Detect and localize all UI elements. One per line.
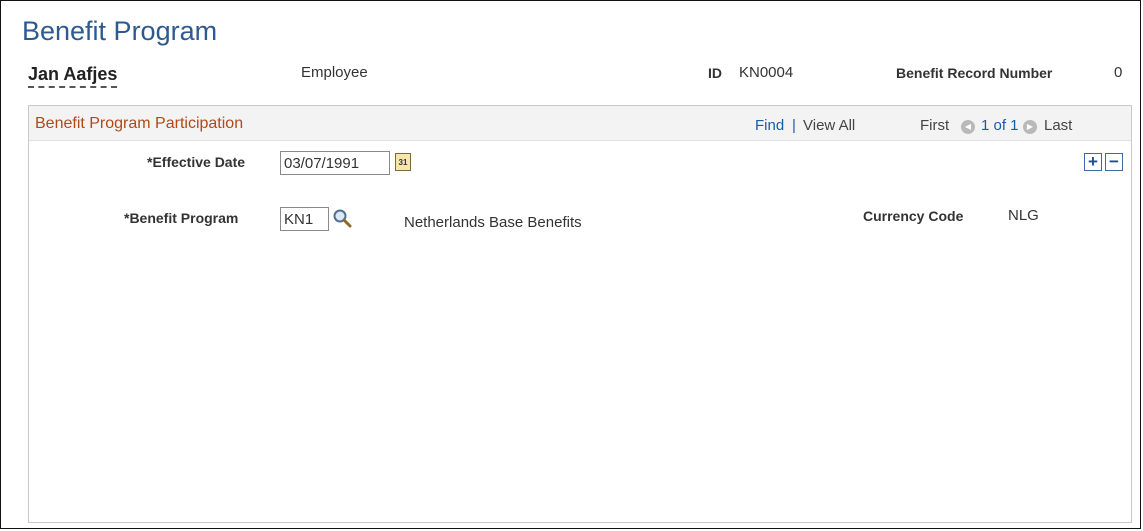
benefit-record-number-value: 0 [1114,64,1123,81]
benefit-record-number-label: Benefit Record Number [896,65,1053,81]
last-link[interactable]: Last [1044,117,1072,134]
delete-row-button[interactable]: − [1105,153,1123,171]
grid-header: Benefit Program Participation Find | Vie… [29,106,1131,141]
add-row-button[interactable]: + [1084,153,1102,171]
find-link[interactable]: Find [755,117,784,134]
employee-name[interactable]: Jan Aafjes [28,63,118,88]
currency-code-value: NLG [1008,207,1039,224]
effective-date-label: *Effective Date [147,154,246,170]
benefit-program-participation-grid: Benefit Program Participation Find | Vie… [28,105,1132,523]
employee-id-label: ID [708,65,722,81]
first-link[interactable]: First [920,117,949,134]
page-frame: Benefit Program Jan Aafjes Employee ID K… [0,0,1141,529]
calendar-icon[interactable]: 31 [395,153,411,171]
search-icon[interactable] [332,208,352,228]
next-arrow-icon[interactable]: ▶ [1023,117,1037,134]
page-info: 1 of 1 [981,117,1019,134]
previous-arrow-icon[interactable]: ◀ [961,117,975,134]
benefit-program-input[interactable] [280,207,329,231]
benefit-program-label: *Benefit Program [124,210,239,226]
currency-code-label: Currency Code [863,208,964,224]
benefit-program-description: Netherlands Base Benefits [404,214,582,231]
employee-relation: Employee [301,64,368,81]
view-all-link[interactable]: View All [803,117,855,134]
page-title: Benefit Program [22,16,218,46]
grid-title: Benefit Program Participation [35,115,244,132]
nav-separator: | [792,117,796,134]
employee-id-value: KN0004 [739,64,794,81]
effective-date-input[interactable] [280,151,390,175]
